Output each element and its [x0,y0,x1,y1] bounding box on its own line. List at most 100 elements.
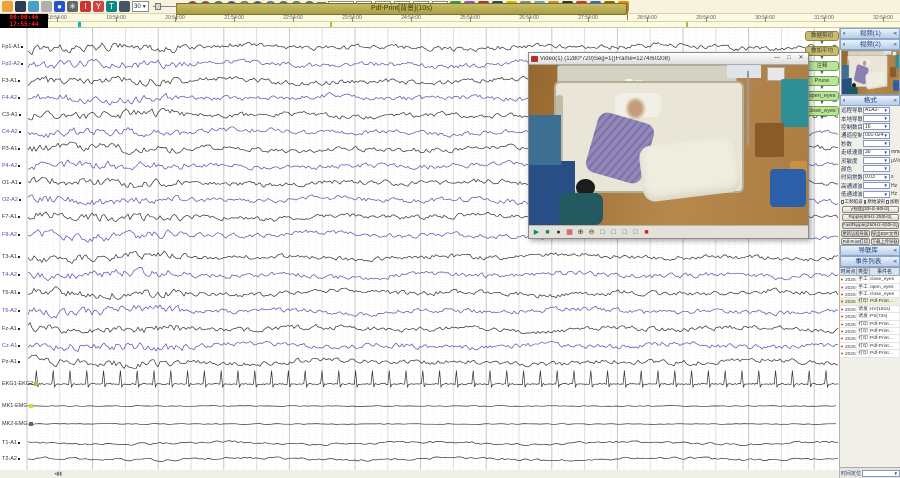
close-video-icon[interactable]: ■ [642,228,651,237]
format-select-灵敏度[interactable]: ▼ [863,157,890,164]
channel-label-O2-A2[interactable]: O2-A2 [2,197,21,203]
cam-2-icon[interactable]: □ [609,228,618,237]
checkbox-原始波形[interactable] [864,200,867,204]
channel-label-MK1-EMG[interactable]: MK1-EMG [2,403,33,409]
event-column-header[interactable]: 事件名 [870,268,900,275]
gray-page-icon[interactable] [41,1,52,12]
channel-label-Fp1-A1[interactable]: Fp1-A1 [2,44,23,50]
cam-4-icon[interactable]: □ [631,228,640,237]
channel-label-MK2-EMG[interactable]: MK2-EMG [2,421,33,427]
info-disc-icon[interactable]: ● [54,1,65,12]
channel-label-T6-A2[interactable]: T6-A2 [2,308,20,314]
channel-label-T3-A1[interactable]: T3-A1 [2,254,20,260]
event-row[interactable]: ▼2025…打印Pdf-Print… [840,343,900,350]
channel-label-T4-A2[interactable]: T4-A2 [2,272,20,278]
channel-label-C3-A1[interactable]: C3-A1 [2,112,21,118]
channel-label-P3-A1[interactable]: P3-A1 [2,146,20,152]
event-column-header[interactable]: 类型 [857,268,870,275]
open-folder-icon[interactable] [2,1,13,12]
maximize-icon[interactable]: □ [784,54,794,63]
event-button-dropdown[interactable]: ▼ [805,116,839,121]
channel-label-EKG1-EKG2[interactable]: EKG1-EKG2 [2,381,38,387]
recording-timeline[interactable]: 00:00:46 17:55:44 18:54:0019:54:0020:54:… [0,14,900,28]
format-select-走纸速度[interactable]: 30▼ [863,149,890,156]
format-select-低通滤波[interactable]: ▼ [863,191,890,198]
panel-button-更新远程导联[interactable]: 更新远程导联 [841,230,870,237]
video-title-bar[interactable]: Video(1) (1280*720)Seg=1()Frame=1274/602… [529,53,808,65]
wave-tool-icon[interactable]: T [106,1,117,12]
calipers-icon[interactable]: I [80,1,91,12]
image-map-icon[interactable] [28,1,39,12]
minimize-icon[interactable]: — [772,54,782,63]
channel-label-Fz-A1[interactable]: Fz-A1 [2,326,20,332]
event-row[interactable]: ▼2025…打印Pdf-Print… [840,298,900,305]
collapse-icon[interactable]: « [893,246,897,256]
format-select-通道控制[interactable]: 001-024▼ [863,132,890,139]
events-panel-header[interactable]: 事件列表 « [840,256,900,267]
format-select-时间常数[interactable]: 0.03▼ [863,174,890,181]
collapse-icon[interactable]: « [893,40,897,50]
channel-label-Fp2-A2[interactable]: Fp2-A2 [2,61,23,67]
record-icon[interactable]: ● [554,228,563,237]
event-row[interactable]: ▼2025…手工close_eyes [840,291,900,298]
channel-label-O1-A1[interactable]: O1-A1 [2,180,21,186]
patient-icon[interactable]: Y [93,1,104,12]
event-marker[interactable] [330,22,332,27]
channel-label-F3-A1[interactable]: F3-A1 [2,78,20,84]
page-seconds-select[interactable]: 30▼ [132,1,149,12]
channel-label-F8-A2[interactable]: F8-A2 [2,232,20,238]
zoom-in-icon[interactable]: ⊕ [576,228,585,237]
selection-start-handle[interactable] [176,3,177,20]
printer-icon[interactable] [119,1,130,12]
selection-end-handle[interactable] [627,3,628,20]
expand-left-icon[interactable]: ‹ [843,29,845,39]
horizontal-scrollbar[interactable]: ◂▮▮ [54,471,62,477]
format-panel-header[interactable]: ‹ 格式 « [840,95,900,106]
format-select-高通滤波[interactable]: ▼ [863,182,890,189]
channel-label-Cz-A1[interactable]: Cz-A1 [2,343,20,349]
expand-left-icon[interactable]: ‹ [843,96,845,106]
event-row[interactable]: ▼2025…打印Pdf-Print… [840,335,900,342]
channel-label-Pz-A1[interactable]: Pz-A1 [2,359,20,365]
playhead-marker[interactable] [78,22,81,27]
settings-gear-icon[interactable]: ✳ [67,1,78,12]
panel-button-Pdf-Print打印[interactable]: Pdf-Print打印 [841,238,870,245]
event-row[interactable]: ▼2025…诱发PS(73s) [840,313,900,320]
format-select-远程导联[interactable]: 标准 A1A2-右▼ [863,107,890,114]
time-locate-select[interactable]: ▼ [862,470,900,477]
play-icon[interactable]: ▶ [532,228,541,237]
channel-label-F7-A1[interactable]: F7-A1 [2,214,20,220]
stop-icon[interactable]: ■ [543,228,552,237]
event-row[interactable]: ▼2025…手工close_eyes [840,276,900,283]
format-select-控制数目[interactable]: 16▼ [863,123,890,130]
library-panel-header[interactable]: 导联库 « [840,245,900,256]
channel-label-T5-A1[interactable]: T5-A1 [2,290,20,296]
cam-3-icon[interactable]: □ [620,228,629,237]
band-button[interactable]: Ripple[80Hz-250Hz] [842,214,899,221]
channel-label-T1-A1[interactable]: T1-A1 [2,440,20,446]
close-icon[interactable]: ✕ [796,54,806,63]
panel-button-下载上传导联[interactable]: 下载上传导联 [871,238,900,245]
collapse-icon[interactable]: « [893,257,897,267]
checkbox-工频陷波[interactable] [841,200,844,204]
channel-label-F4-A2[interactable]: F4-A2 [2,95,20,101]
event-row[interactable]: ▼2025…打印Pdf-Print… [840,350,900,357]
event-column-header[interactable]: 时间点 [840,268,857,275]
expand-left-icon[interactable]: ‹ [843,40,845,50]
video-window[interactable]: Video(1) (1280*720)Seg=1()Frame=1274/602… [528,52,809,239]
channel-label-C4-A2[interactable]: C4-A2 [2,129,21,135]
collapse-icon[interactable]: « [893,29,897,39]
video1-panel-header[interactable]: ‹ 视频(1) « [840,28,900,39]
event-row[interactable]: ▼2025…诱发HV(181s) [840,306,900,313]
format-select-秒数[interactable]: ▼ [863,140,890,147]
zoom-out-icon[interactable]: ⊖ [587,228,596,237]
event-row[interactable]: ▼2025…手工open_eyes [840,284,900,291]
video2-thumbnail[interactable] [841,50,900,95]
format-select-颜色[interactable]: ▼ [863,165,890,172]
monitor-icon[interactable] [15,1,26,12]
channel-label-P4-A2[interactable]: P4-A2 [2,163,20,169]
band-button[interactable]: γ视图[30Hz-80Hz] [842,206,899,213]
panel-button-导出EDF文件[interactable]: 导出EDF文件 [871,230,900,237]
event-marker[interactable] [686,22,688,27]
event-row[interactable]: ▼2025…打印Pdf-Print… [840,321,900,328]
